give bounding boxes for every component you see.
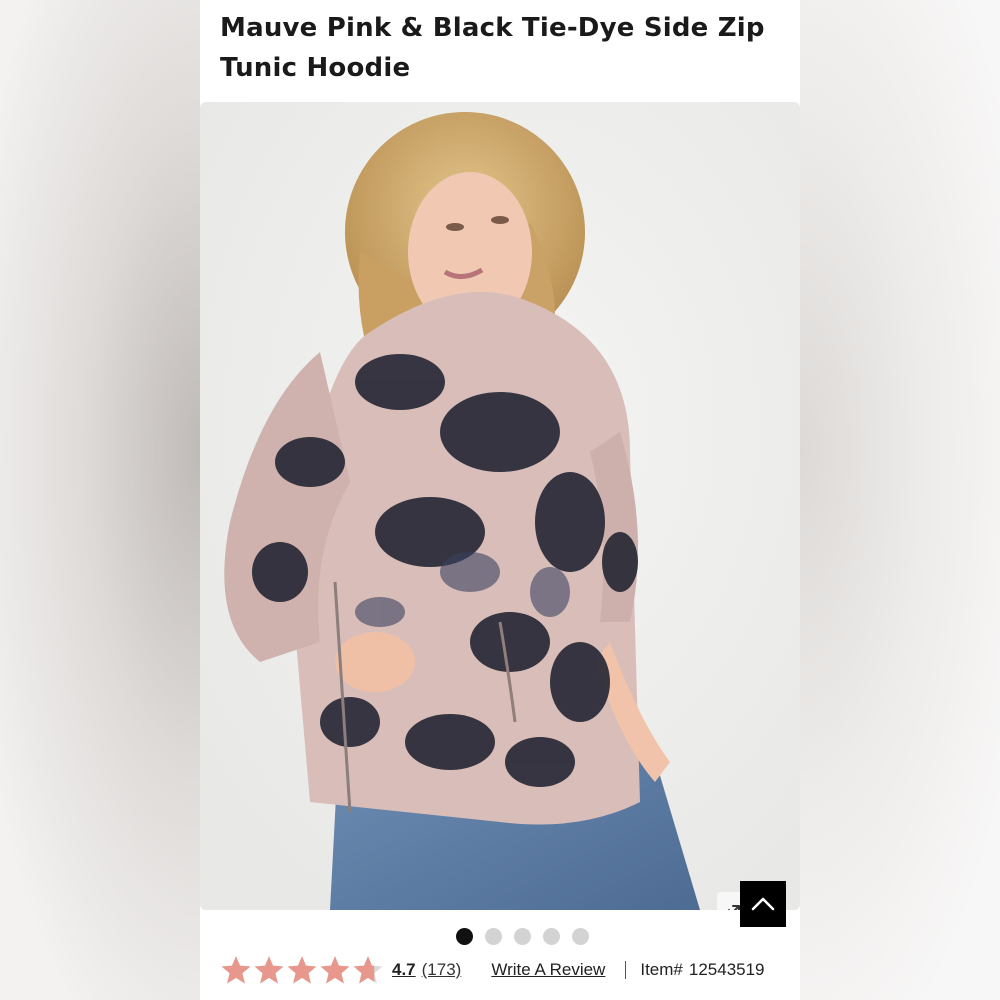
back-to-top-button[interactable] [740, 881, 786, 927]
left-blur-gutter [0, 0, 200, 1000]
carousel-dot-4[interactable] [542, 928, 560, 945]
star-icon [286, 955, 318, 985]
item-number-value: 12543519 [688, 960, 765, 979]
rating-row: 4.7 (173) Write A Review Item# 12543519 [220, 952, 790, 988]
carousel-dot-1[interactable] [455, 928, 473, 945]
chevron-up-icon [751, 897, 775, 911]
right-blur-gutter [800, 0, 1000, 1000]
star-icon [319, 955, 351, 985]
product-panel: Mauve Pink & Black Tie-Dye Side Zip Tuni… [200, 0, 800, 1000]
product-title: Mauve Pink & Black Tie-Dye Side Zip Tuni… [220, 13, 765, 83]
carousel-dots [200, 928, 800, 948]
rating-value[interactable]: 4.7 [392, 960, 416, 980]
product-image[interactable] [200, 102, 800, 910]
divider [625, 961, 627, 979]
carousel-dot-2[interactable] [484, 928, 502, 945]
star-icon [352, 955, 384, 985]
star-icon [253, 955, 285, 985]
carousel-dot-3[interactable] [513, 928, 531, 945]
review-count-link[interactable]: (173) [422, 960, 462, 980]
carousel-dot-5[interactable] [571, 928, 589, 945]
write-review-link[interactable]: Write A Review [491, 960, 605, 980]
product-photo-illustration [200, 102, 800, 910]
item-number-label: Item# [640, 960, 683, 979]
star-icon [220, 955, 252, 985]
star-rating [220, 955, 384, 985]
